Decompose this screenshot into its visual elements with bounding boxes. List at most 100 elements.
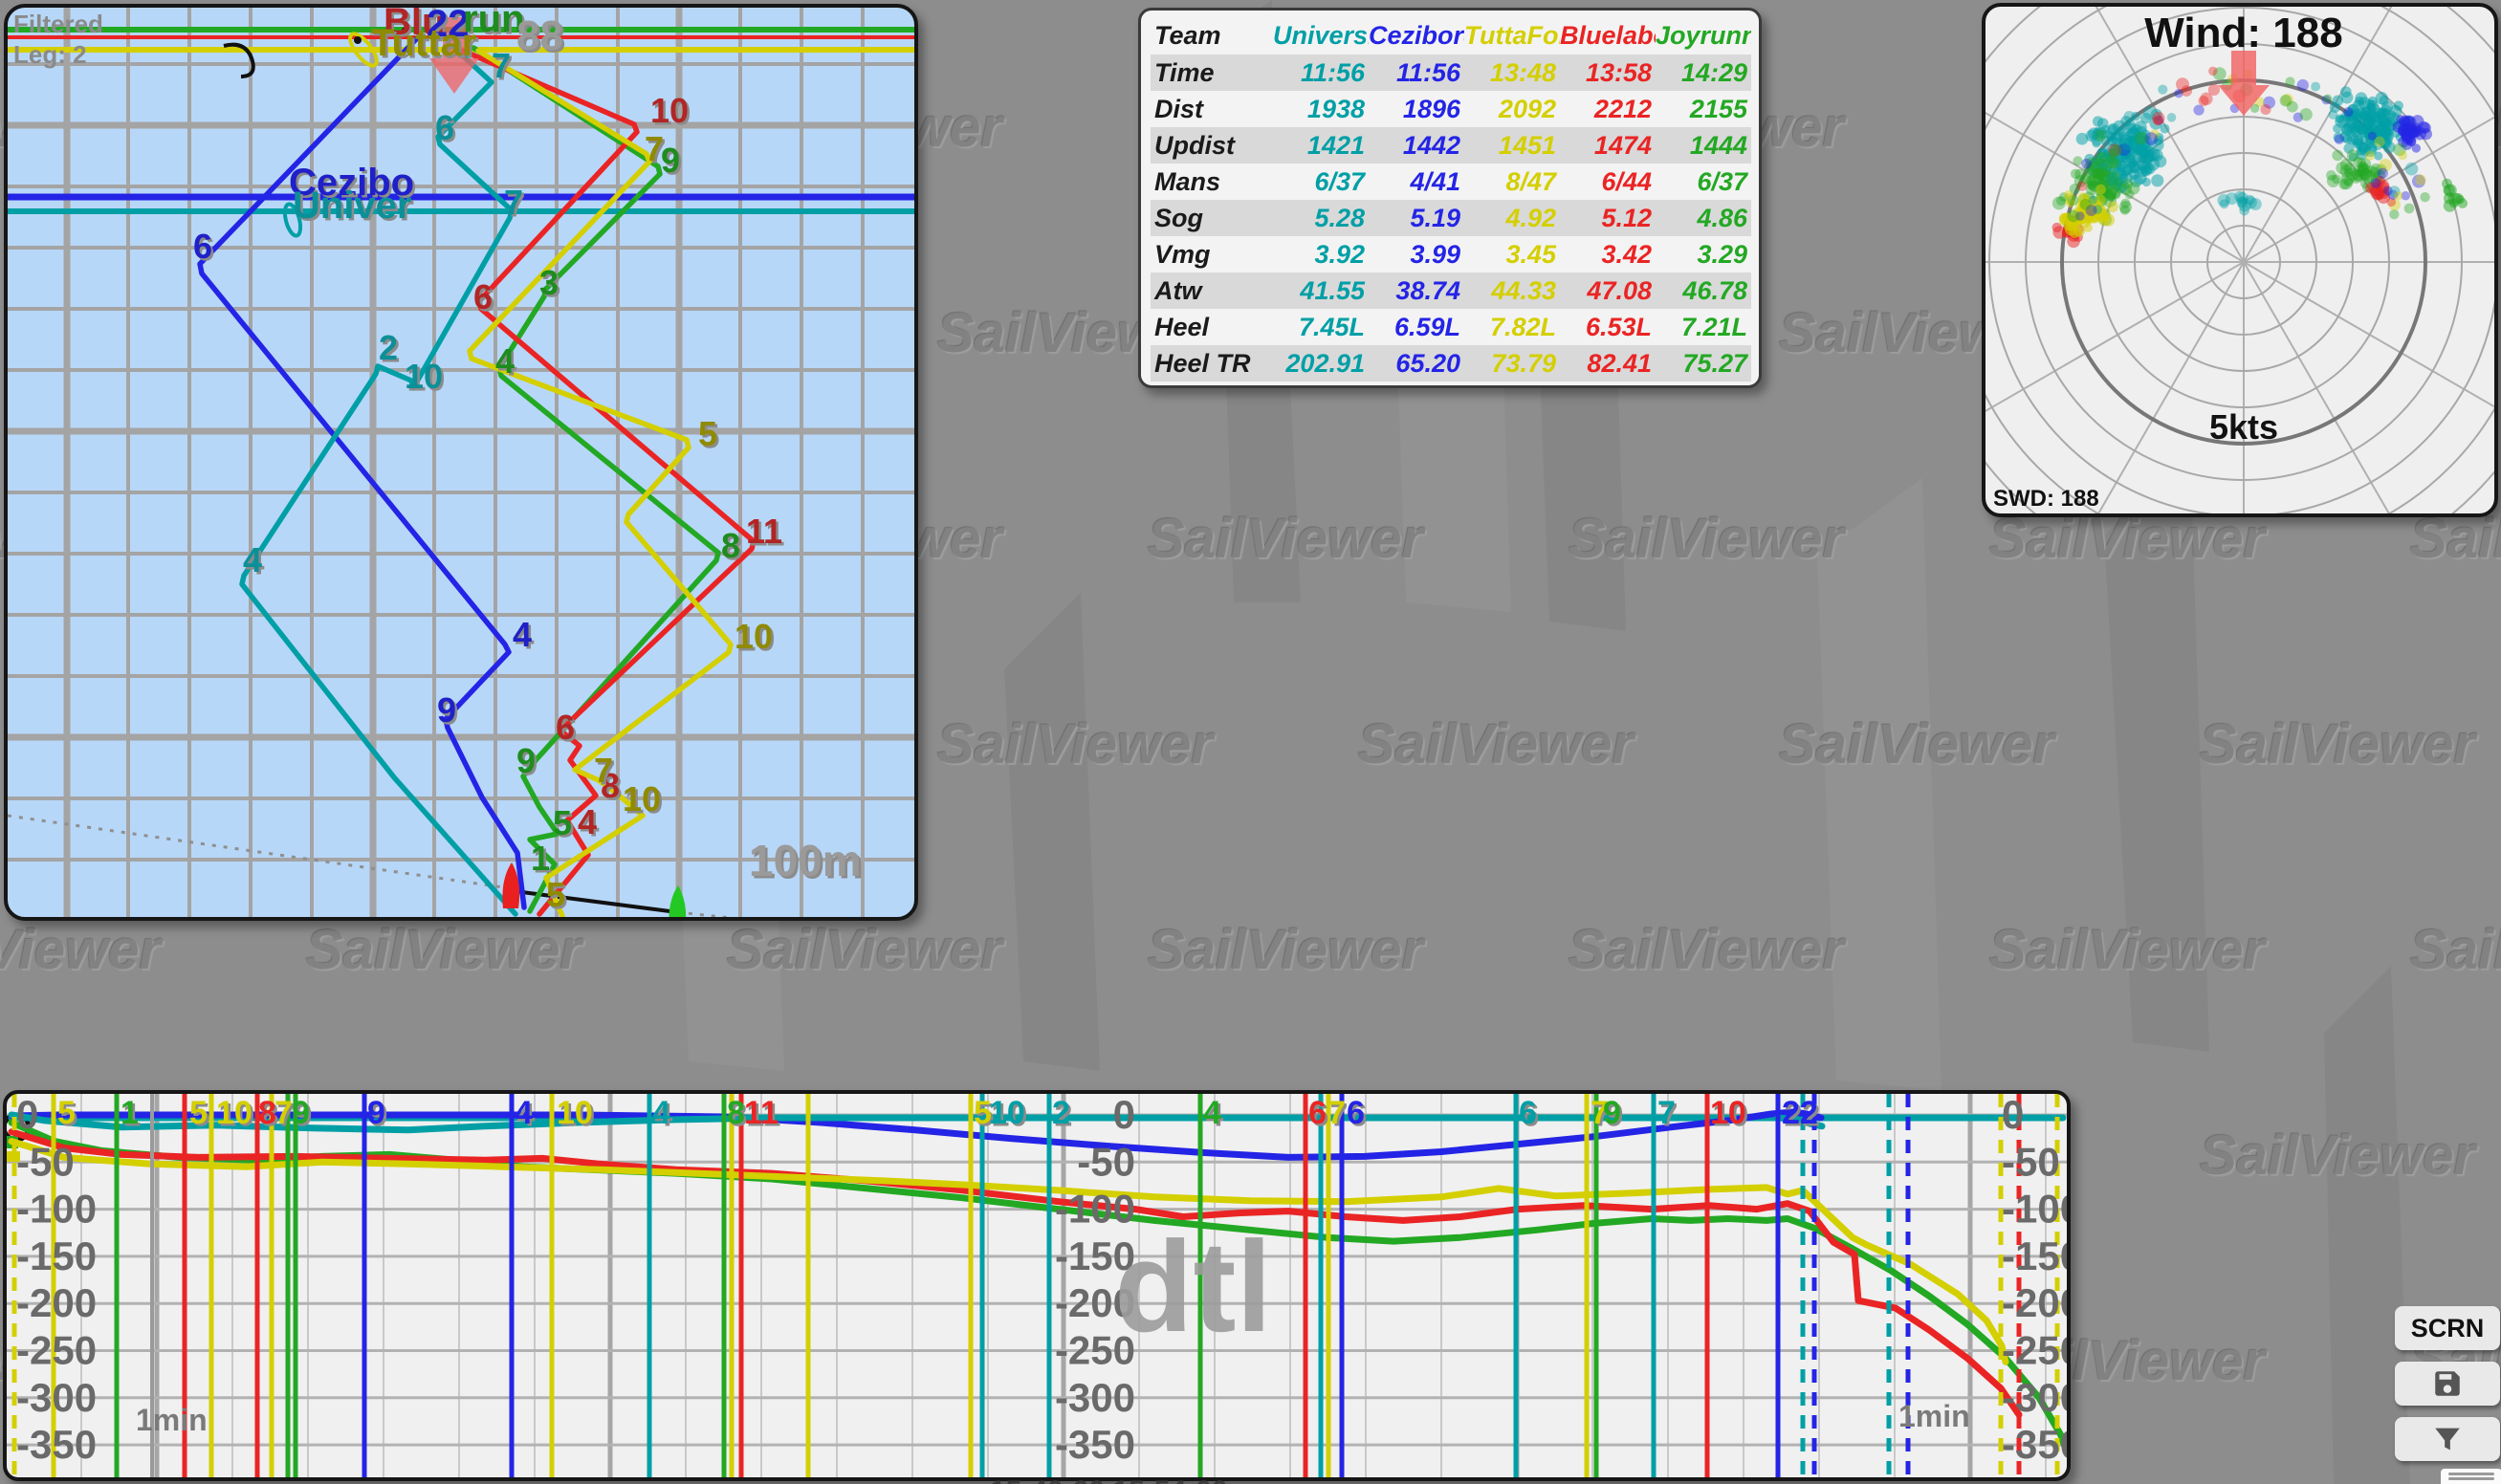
wind-scatter-dot: [2147, 158, 2161, 171]
y-axis-label: 0: [2002, 1094, 2024, 1137]
watermark-text: SailViewer: [1148, 508, 1424, 570]
wind-scatter-dot: [2343, 106, 2354, 118]
track-number: 9: [437, 690, 456, 730]
wind-scatter-dot: [2340, 171, 2355, 186]
y-axis-label: -150: [2002, 1233, 2067, 1278]
leg-label: Leg: 2: [13, 40, 87, 69]
track-number: 4: [513, 615, 532, 654]
filter-icon: [2435, 1428, 2460, 1451]
table-cell: 6/44: [1601, 167, 1652, 196]
wind-scatter-dot: [2095, 184, 2106, 195]
table-cell: 2212: [1593, 95, 1652, 123]
table-cell: 2155: [1689, 95, 1747, 123]
menu-icon: [2448, 1473, 2494, 1475]
boat-name-label: 88: [516, 12, 563, 59]
watermark-text: SailViewer: [306, 919, 582, 981]
save-button[interactable]: [2395, 1362, 2500, 1406]
wind-scatter-dot: [2394, 191, 2403, 201]
watermark-text: SailViewer: [0, 919, 162, 981]
y-axis-label: -200: [1055, 1280, 1135, 1325]
track-number: 4: [578, 802, 597, 841]
y-axis-label: -200: [2002, 1280, 2067, 1325]
wind-scatter-dot: [2332, 95, 2344, 107]
table-header-Cezibord[interactable]: Cezibord: [1369, 16, 1464, 55]
event-number: 10: [1710, 1095, 1746, 1131]
table-cell: 47.08: [1560, 273, 1656, 309]
table-cell: 3.45: [1505, 240, 1556, 269]
dtl-chart-panel[interactable]: 5 5 1 1 5 5 10 10 8 8 7 7 9 9 9 9 4 4 10 10 4 4 8 8 11 11 5 5 10 10 2 2…: [3, 1090, 2071, 1481]
race-map-panel[interactable]: 7 7 6 6 7 7 2 2 10 10 4 4 6 6 4 4 9 9 10 10 6 6 11 11 6 6 8 8 4 4 9 9 3 3…: [4, 4, 918, 921]
wind-scatter-dot: [2380, 104, 2392, 117]
wind-scatter-dot: [2064, 189, 2073, 199]
time-range-label: 15:40:00 15:54:00: [990, 1475, 1334, 1484]
table-header-Joyrunne[interactable]: Joyrunne: [1656, 16, 1751, 55]
wind-scatter-dot: [2374, 151, 2383, 161]
table-cell: 8/47: [1505, 167, 1556, 196]
table-cell: 1444: [1656, 127, 1751, 164]
event-number: 4: [1203, 1095, 1221, 1131]
boat-dot: [354, 36, 362, 44]
wind-scatter-dot: [2398, 150, 2407, 161]
table-cell: 1938: [1306, 95, 1365, 123]
table-header-Universi[interactable]: Universi: [1273, 16, 1369, 55]
event-number: 7: [1657, 1095, 1676, 1131]
map-scale-label: 100m: [749, 836, 862, 885]
wind-scatter-dot: [2326, 170, 2336, 181]
table-header-Team[interactable]: Team: [1151, 16, 1273, 55]
table-cell: 6/37: [1314, 167, 1365, 196]
table-cell: 7.45L: [1298, 313, 1365, 341]
wind-scatter-dot: [2389, 209, 2400, 220]
wind-scatter-dot: [2279, 95, 2293, 107]
event-number: 6: [1308, 1095, 1327, 1131]
wind-scatter-dot: [2081, 158, 2092, 169]
start-line-extension: [676, 910, 736, 917]
app-window: { "colors":{ "teal":"#009fa6","blue":"#2…: [0, 0, 2501, 1484]
track-number: 6: [193, 227, 212, 266]
wind-scatter-dot: [2339, 158, 2353, 171]
table-cell: 13:58: [1560, 55, 1656, 91]
wind-scatter-dot: [2121, 139, 2134, 151]
wind-scatter-dot: [2106, 131, 2117, 141]
track-number: 10: [405, 357, 443, 396]
table-header-TuttaFor[interactable]: TuttaFor: [1464, 16, 1560, 55]
wind-scatter-dot: [2457, 198, 2468, 208]
y-axis-label: -150: [16, 1233, 97, 1278]
wind-speed-ring-label: 5kts: [2209, 407, 2278, 447]
track-number: 5: [553, 803, 572, 842]
table-cell: 75.27: [1656, 345, 1751, 382]
track-number: 5: [698, 414, 717, 453]
table-cell: Heel TR: [1151, 345, 1273, 382]
table-cell: 7.21L: [1680, 313, 1747, 341]
table-cell: 3.92: [1314, 240, 1365, 269]
event-number: 4: [652, 1095, 670, 1131]
filter-button[interactable]: [2395, 1417, 2500, 1461]
track-number: 6: [435, 108, 454, 147]
y-axis-label: -350: [2002, 1422, 2067, 1467]
y-axis-label: -100: [1055, 1187, 1135, 1232]
race-map[interactable]: 7766772210104466449910106611116688449933…: [8, 8, 914, 917]
event-number: 7: [1327, 1095, 1346, 1131]
y-axis-label: -350: [16, 1422, 97, 1467]
wind-scatter-dot: [2134, 131, 2148, 145]
wind-scatter-dot: [2260, 103, 2271, 116]
wind-scatter-dot: [2118, 201, 2133, 214]
screenshot-button[interactable]: SCRN: [2395, 1306, 2500, 1350]
menu-button-partial[interactable]: [2441, 1469, 2501, 1484]
wind-scatter-dot: [2158, 84, 2168, 95]
wind-scatter-dot: [2088, 195, 2097, 205]
watermark-text: SailViewer: [937, 713, 1214, 775]
y-axis-label: 0: [1113, 1094, 1135, 1137]
wind-scatter-dot: [2367, 99, 2379, 112]
wind-scatter-dot: [2208, 66, 2218, 76]
wind-scatter-dot: [2166, 113, 2177, 122]
table-header-Bluelabe[interactable]: Bluelabe: [1560, 16, 1656, 55]
event-number: 10: [216, 1095, 252, 1131]
wind-scatter-dot: [2379, 95, 2389, 106]
table-cell: 41.55: [1273, 273, 1369, 309]
dtl-chart[interactable]: 55 11 55 1010 88 77 99 99 44 1010 44 88 1111 55 1010 22…: [7, 1094, 2067, 1477]
track-number: 9: [516, 741, 536, 780]
event-number: 4: [515, 1095, 533, 1131]
table-cell: 3.99: [1410, 240, 1460, 269]
table-cell: 5.19: [1369, 200, 1464, 236]
wind-scatter-dot: [2411, 143, 2421, 153]
